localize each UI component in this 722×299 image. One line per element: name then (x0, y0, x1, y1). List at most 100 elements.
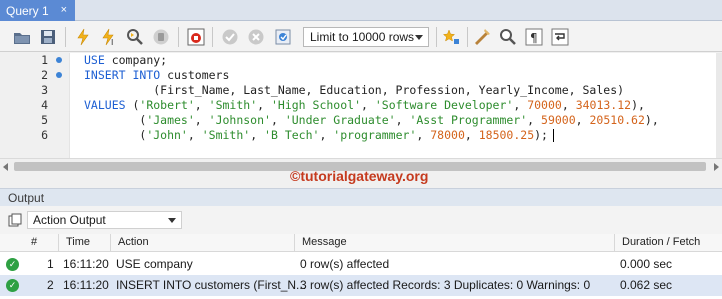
code-token: , (513, 98, 528, 112)
close-icon[interactable]: × (61, 4, 67, 16)
line-number: 4 (41, 98, 48, 112)
success-check-icon: ✓ (6, 258, 19, 271)
code-token: 70000 (527, 98, 562, 112)
tab-label: Query 1 (6, 3, 49, 18)
table-row[interactable]: ✓ 2 16:11:20 INSERT INTO customers (Firs… (0, 275, 722, 296)
line-number: 3 (41, 83, 48, 97)
code-token: 'B Tech' (264, 128, 320, 142)
code-token: 'Under Graduate' (284, 113, 396, 127)
row-action: USE company (116, 257, 193, 271)
code-line[interactable]: (First_Name, Last_Name, Education, Profe… (84, 83, 624, 98)
code-token: , (527, 113, 542, 127)
autocommit-icon[interactable] (273, 27, 293, 47)
text-cursor (552, 129, 554, 142)
code-token: , (575, 113, 590, 127)
toolbar-separator (212, 27, 213, 47)
tab-query-1[interactable]: Query 1 × (0, 0, 75, 21)
row-time: 16:11:20 (63, 278, 109, 292)
save-icon[interactable] (38, 27, 58, 47)
sql-editor-window: Query 1 × I Limit to 10000 rows ¶ 1 2 3 … (0, 0, 722, 299)
code-token: , (464, 128, 479, 142)
beautify-icon[interactable] (441, 27, 461, 47)
commit-icon[interactable] (220, 27, 240, 47)
col-header-duration[interactable]: Duration / Fetch (622, 236, 700, 248)
editor-vertical-scrollbar[interactable] (716, 53, 722, 158)
toggle-error-icon[interactable] (186, 27, 206, 47)
code-token: 78000 (430, 128, 465, 142)
col-header-message[interactable]: Message (302, 236, 347, 248)
wrap-icon[interactable] (550, 27, 570, 47)
code-token: 'Smith' (201, 128, 251, 142)
open-folder-icon[interactable] (12, 27, 32, 47)
statement-marker-icon (56, 72, 62, 78)
execute-current-icon[interactable]: I (99, 27, 119, 47)
output-type-select[interactable]: Action Output (27, 211, 182, 229)
code-token: , (319, 128, 334, 142)
line-number-gutter: 123456 (0, 53, 70, 158)
execute-icon[interactable] (73, 27, 93, 47)
code-line[interactable]: VALUES ('Robert', 'Smith', 'High School'… (84, 98, 645, 113)
code-token: 34013.12 (575, 98, 632, 112)
col-header-num[interactable]: # (31, 236, 37, 248)
code-token: VALUES (84, 98, 126, 112)
code-token: , (361, 98, 375, 112)
code-token: 'Asst Programmer' (409, 113, 528, 127)
code-token: 'Software Developer' (374, 98, 514, 112)
code-token: , (250, 128, 265, 142)
sql-editor[interactable]: 123456 USE company; INSERT INTO customers… (0, 53, 716, 158)
output-type-value: Action Output (33, 213, 106, 227)
code-line[interactable]: USE company; (84, 53, 167, 68)
code-token: , (257, 98, 271, 112)
query-toolbar: I Limit to 10000 rows ¶ (0, 21, 722, 52)
scroll-right-icon[interactable] (714, 163, 719, 171)
code-line[interactable]: ('James', 'Johnson', 'Under Graduate', '… (84, 113, 658, 128)
explain-icon[interactable] (125, 27, 145, 47)
column-divider[interactable] (58, 234, 59, 252)
code-token: ( (84, 128, 147, 142)
code-token: customers (160, 68, 230, 82)
find-icon[interactable] (498, 27, 518, 47)
code-line[interactable]: ('John', 'Smith', 'B Tech', 'programmer'… (84, 128, 554, 143)
chevron-down-icon (415, 35, 423, 40)
action-output-grid: # Time Action Message Duration / Fetch ✓… (0, 234, 722, 299)
col-header-time[interactable]: Time (66, 236, 90, 248)
row-action: INSERT INTO customers (First_N... (116, 278, 307, 292)
limit-rows-select[interactable]: Limit to 10000 rows (303, 27, 429, 47)
success-check-icon: ✓ (6, 279, 19, 292)
scroll-left-icon[interactable] (3, 163, 8, 171)
line-number: 5 (41, 113, 48, 127)
toolbar-separator (467, 27, 468, 47)
rollback-icon[interactable] (246, 27, 266, 47)
code-token: 'Smith' (208, 98, 258, 112)
code-token: 20510.62 (589, 113, 645, 127)
svg-text:¶: ¶ (530, 31, 538, 45)
code-token: ( (84, 113, 147, 127)
toolbar-separator (178, 27, 179, 47)
code-token: 'High School' (270, 98, 361, 112)
limit-rows-value: Limit to 10000 rows (310, 30, 415, 44)
invisible-chars-icon[interactable]: ¶ (524, 27, 544, 47)
snippet-icon[interactable] (472, 27, 492, 47)
col-header-action[interactable]: Action (118, 236, 149, 248)
row-duration: 0.062 sec (620, 278, 673, 292)
row-message: 0 row(s) affected (300, 257, 390, 271)
column-divider[interactable] (110, 234, 111, 252)
table-row[interactable]: ✓ 1 16:11:20 USE company 0 row(s) affect… (0, 254, 722, 275)
output-toolbar: Action Output (0, 206, 722, 234)
code-token: company; (104, 53, 168, 67)
line-number: 1 (41, 53, 48, 67)
code-token: 'Johnson' (208, 113, 271, 127)
code-token: , (270, 113, 285, 127)
stop-icon[interactable] (151, 27, 171, 47)
row-num: 1 (47, 257, 54, 271)
code-token: , (395, 113, 410, 127)
column-divider[interactable] (294, 234, 295, 252)
code-token: ), (631, 98, 645, 112)
code-token: , (416, 128, 431, 142)
output-title: Output (8, 190, 45, 205)
code-line[interactable]: INSERT INTO customers (84, 68, 229, 83)
code-token: , (561, 98, 576, 112)
column-divider[interactable] (614, 234, 615, 252)
copy-icon[interactable] (8, 213, 22, 230)
line-number: 6 (41, 128, 48, 142)
